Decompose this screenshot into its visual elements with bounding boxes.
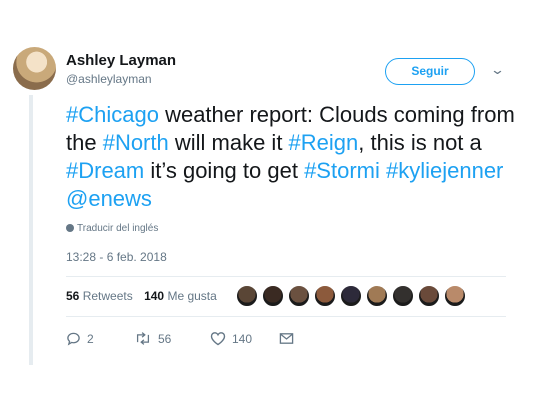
tweet-text-segment: it’s going to get xyxy=(144,158,305,183)
mention-link[interactable]: @enews xyxy=(66,186,152,211)
author-handle[interactable]: @ashleylayman xyxy=(66,72,152,86)
retweet-icon xyxy=(136,332,150,345)
divider xyxy=(66,316,506,317)
tweet-stats: 56 Retweets 140 Me gusta xyxy=(66,289,217,303)
tweet-text-segment: will make it xyxy=(168,130,289,155)
liker-avatar[interactable] xyxy=(418,285,440,307)
timestamp[interactable]: 13:28 - 6 feb. 2018 xyxy=(66,250,167,264)
hashtag-link[interactable]: #kyliejenner xyxy=(386,158,503,183)
hashtag-link[interactable]: #Stormi xyxy=(304,158,380,183)
hashtag-link[interactable]: #Reign xyxy=(289,130,359,155)
follow-button[interactable]: Seguir xyxy=(385,58,475,85)
thread-line xyxy=(29,95,33,365)
likes-label[interactable]: Me gusta xyxy=(167,289,216,303)
tweet-text-segment: , this is not a xyxy=(358,130,482,155)
heart-icon xyxy=(210,332,226,346)
envelope-icon xyxy=(279,333,294,344)
reply-icon xyxy=(67,332,80,346)
avatar[interactable] xyxy=(13,47,56,90)
reply-count: 2 xyxy=(87,332,94,346)
liker-avatar[interactable] xyxy=(392,285,414,307)
liker-avatar[interactable] xyxy=(340,285,362,307)
author-name[interactable]: Ashley Layman xyxy=(66,52,176,69)
retweet-button[interactable]: 56 xyxy=(134,331,171,346)
retweets-label[interactable]: Retweets xyxy=(83,289,133,303)
retweet-count: 56 xyxy=(158,332,172,346)
like-count: 140 xyxy=(232,332,253,346)
liker-avatar[interactable] xyxy=(288,285,310,307)
liker-avatar[interactable] xyxy=(314,285,336,307)
hashtag-link[interactable]: #Chicago xyxy=(66,102,159,127)
globe-icon xyxy=(66,224,74,232)
translate-label: Traducir del inglés xyxy=(77,223,159,234)
liker-avatar[interactable] xyxy=(444,285,466,307)
tweet-text: #Chicago weather report: Clouds coming f… xyxy=(66,101,516,213)
retweets-count[interactable]: 56 xyxy=(66,289,79,303)
liker-avatar[interactable] xyxy=(366,285,388,307)
chevron-down-icon[interactable]: ⌄ xyxy=(490,62,505,78)
like-button[interactable]: 140 xyxy=(210,331,252,346)
liker-avatar[interactable] xyxy=(262,285,284,307)
reply-button[interactable]: 2 xyxy=(66,331,94,346)
hashtag-link[interactable]: #North xyxy=(103,130,169,155)
direct-message-button[interactable] xyxy=(279,331,300,345)
translate-link[interactable]: Traducir del inglés xyxy=(66,223,158,234)
likes-count[interactable]: 140 xyxy=(144,289,164,303)
divider xyxy=(66,276,506,277)
liker-avatar[interactable] xyxy=(236,285,258,307)
hashtag-link[interactable]: #Dream xyxy=(66,158,144,183)
